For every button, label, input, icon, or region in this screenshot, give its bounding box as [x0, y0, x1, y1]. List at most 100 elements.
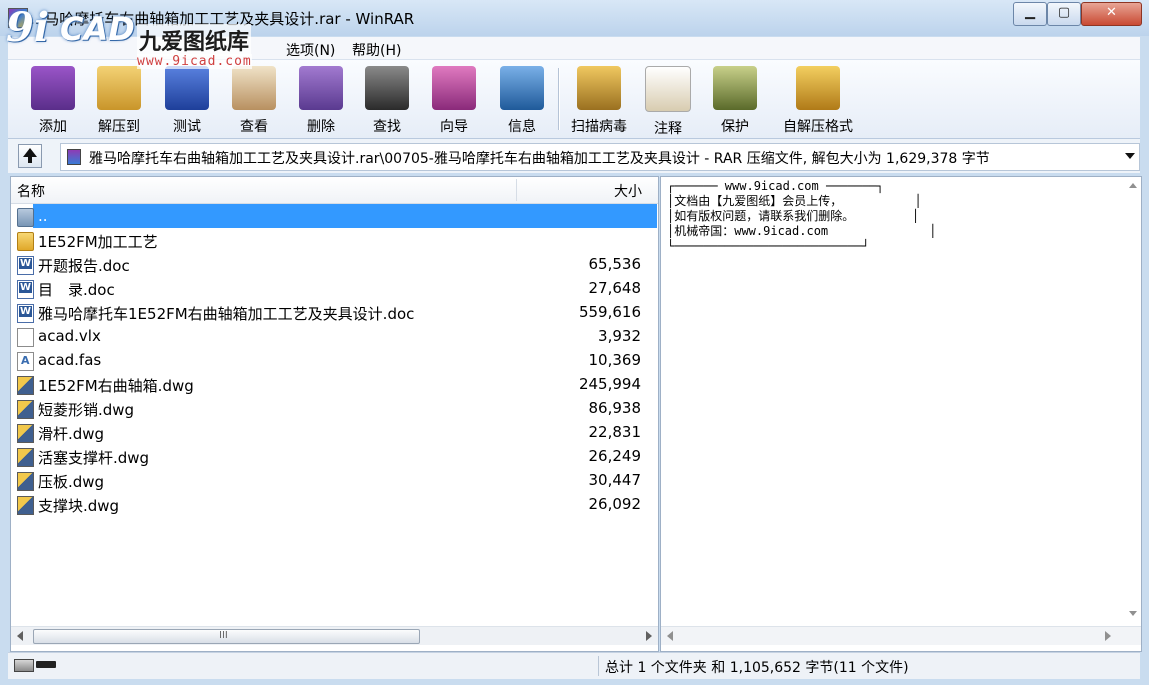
blank-file-icon: [17, 328, 34, 347]
archive-comment: ┌────── www.9icad.com ───────┐ │文档由【九爱图纸…: [667, 179, 937, 253]
file-name: 支撑块.dwg: [38, 497, 120, 515]
address-path: 雅马哈摩托车右曲轴箱加工工艺及夹具设计.rar\00705-雅马哈摩托车右曲轴箱…: [89, 151, 990, 167]
maximize-button[interactable]: ▢: [1047, 2, 1081, 26]
file-row[interactable]: 雅马哈摩托车1E52FM右曲轴箱加工工艺及夹具设计.doc 559,616: [11, 300, 658, 324]
file-name: acad.vlx: [38, 327, 101, 345]
dwg-file-icon: [17, 376, 34, 395]
file-size: 27,648: [588, 279, 642, 297]
protect-icon: [713, 66, 757, 110]
address-dropdown-icon[interactable]: [1125, 153, 1135, 159]
title-bar[interactable]: ...马哈摩托车右曲轴箱加工工艺及夹具设计.rar - WinRAR ▁ ▢ ✕: [0, 0, 1149, 36]
status-bar: 总计 1 个文件夹 和 1,105,652 字节(11 个文件): [8, 652, 1140, 679]
address-field[interactable]: 雅马哈摩托车右曲轴箱加工工艺及夹具设计.rar\00705-雅马哈摩托车右曲轴箱…: [60, 143, 1140, 171]
file-row[interactable]: 压板.dwg 30,447: [11, 468, 658, 492]
toolbar-sfx-button[interactable]: 自解压格式: [776, 62, 860, 135]
info-icon: [500, 66, 544, 110]
menu-help[interactable]: 帮助(H): [352, 40, 401, 60]
toolbar: 添加 解压到 测试 查看 删除 查找 向导 信息 扫描病毒 注释 保护 自解压格…: [8, 60, 1140, 139]
dwg-file-icon: [17, 424, 34, 443]
toolbar-label: 自解压格式: [783, 119, 853, 135]
comment-horizontal-scrollbar[interactable]: [661, 626, 1141, 645]
file-size: 86,938: [588, 399, 642, 417]
scroll-down-arrow-icon[interactable]: [1129, 611, 1137, 616]
toolbar-label: 解压到: [98, 119, 140, 135]
folder-icon: [17, 232, 34, 251]
file-name: 短菱形销.dwg: [38, 401, 135, 419]
file-name: acad.fas: [38, 351, 102, 369]
file-row-parent[interactable]: ..: [17, 204, 657, 228]
toolbar-comment-button[interactable]: 注释: [633, 62, 703, 137]
extract-to-icon: [97, 66, 141, 110]
key-icon[interactable]: [36, 661, 56, 668]
file-list-pane: 名称 大小 .. 1E52FM加工工艺 开题报告.doc 65,536: [10, 176, 659, 652]
file-row[interactable]: 1E52FM右曲轴箱.dwg 245,994: [11, 372, 658, 396]
scroll-left-arrow-icon[interactable]: [17, 631, 23, 641]
column-header-size[interactable]: 大小: [614, 181, 642, 201]
list-horizontal-scrollbar[interactable]: III: [11, 626, 658, 645]
address-bar: 雅马哈摩托车右曲轴箱加工工艺及夹具设计.rar\00705-雅马哈摩托车右曲轴箱…: [8, 139, 1140, 173]
file-name: ..: [38, 207, 48, 225]
dwg-file-icon: [17, 448, 34, 467]
scroll-right-arrow-icon[interactable]: [1105, 631, 1111, 641]
autocad-fas-icon: [17, 352, 34, 371]
toolbar-scan-virus-button[interactable]: 扫描病毒: [564, 62, 634, 135]
toolbar-label: 扫描病毒: [571, 119, 627, 135]
drive-icon[interactable]: [14, 659, 34, 672]
scroll-right-arrow-icon[interactable]: [646, 631, 652, 641]
view-icon: [232, 66, 276, 110]
file-size: 22,831: [588, 423, 642, 441]
file-name: 雅马哈摩托车1E52FM右曲轴箱加工工艺及夹具设计.doc: [38, 305, 415, 323]
toolbar-label: 添加: [39, 119, 67, 135]
toolbar-separator: [558, 68, 560, 130]
toolbar-find-button[interactable]: 查找: [352, 62, 422, 135]
status-summary: 总计 1 个文件夹 和 1,105,652 字节(11 个文件): [605, 660, 909, 676]
file-row[interactable]: acad.fas 10,369: [11, 348, 658, 372]
file-row[interactable]: 活塞支撑杆.dwg 26,249: [11, 444, 658, 468]
scroll-thumb[interactable]: III: [33, 629, 420, 644]
toolbar-label: 删除: [307, 119, 335, 135]
file-name: 压板.dwg: [38, 473, 105, 491]
add-archive-icon: [31, 66, 75, 110]
close-button[interactable]: ✕: [1081, 2, 1142, 26]
word-doc-icon: [17, 280, 34, 299]
file-row[interactable]: 短菱形销.dwg 86,938: [11, 396, 658, 420]
toolbar-info-button[interactable]: 信息: [487, 62, 557, 135]
winrar-app-icon[interactable]: [8, 8, 28, 28]
file-size: 245,994: [578, 375, 641, 393]
up-folder-button[interactable]: [18, 144, 42, 168]
file-size: 559,616: [578, 303, 641, 321]
file-name: 开题报告.doc: [38, 257, 130, 275]
comment-icon: [645, 66, 691, 112]
file-name: 目 录.doc: [38, 281, 115, 299]
dwg-file-icon: [17, 472, 34, 491]
winrar-window: ...马哈摩托车右曲轴箱加工工艺及夹具设计.rar - WinRAR ▁ ▢ ✕…: [0, 0, 1149, 685]
column-divider[interactable]: [516, 179, 517, 201]
scroll-left-arrow-icon[interactable]: [667, 631, 673, 641]
file-row[interactable]: 1E52FM加工工艺: [11, 228, 658, 252]
toolbar-view-button[interactable]: 查看: [219, 62, 289, 135]
file-row[interactable]: 支撑块.dwg 26,092: [11, 492, 658, 516]
word-doc-icon: [17, 304, 34, 323]
toolbar-wizard-button[interactable]: 向导: [419, 62, 489, 135]
file-size: 26,249: [588, 447, 642, 465]
toolbar-delete-button[interactable]: 删除: [286, 62, 356, 135]
menu-options[interactable]: 选项(N): [286, 40, 335, 60]
file-name: 活塞支撑杆.dwg: [38, 449, 150, 467]
file-row[interactable]: 开题报告.doc 65,536: [11, 252, 658, 276]
file-size: 26,092: [588, 495, 642, 513]
folder-up-icon: [17, 208, 34, 227]
toolbar-protect-button[interactable]: 保护: [700, 62, 770, 135]
comment-pane: ┌────── www.9icad.com ───────┐ │文档由【九爱图纸…: [660, 176, 1142, 652]
file-row[interactable]: acad.vlx 3,932: [11, 324, 658, 348]
file-size: 10,369: [588, 351, 642, 369]
dwg-file-icon: [17, 400, 34, 419]
toolbar-test-button[interactable]: 测试: [152, 62, 222, 135]
scroll-up-arrow-icon[interactable]: [1129, 183, 1137, 188]
file-row[interactable]: 目 录.doc 27,648: [11, 276, 658, 300]
minimize-button[interactable]: ▁: [1013, 2, 1047, 26]
toolbar-add-button[interactable]: 添加: [18, 62, 88, 135]
menu-bar: 选项(N) 帮助(H): [8, 37, 1140, 60]
column-header-name[interactable]: 名称: [17, 181, 45, 201]
toolbar-extract-button[interactable]: 解压到: [84, 62, 154, 135]
file-row[interactable]: 滑杆.dwg 22,831: [11, 420, 658, 444]
